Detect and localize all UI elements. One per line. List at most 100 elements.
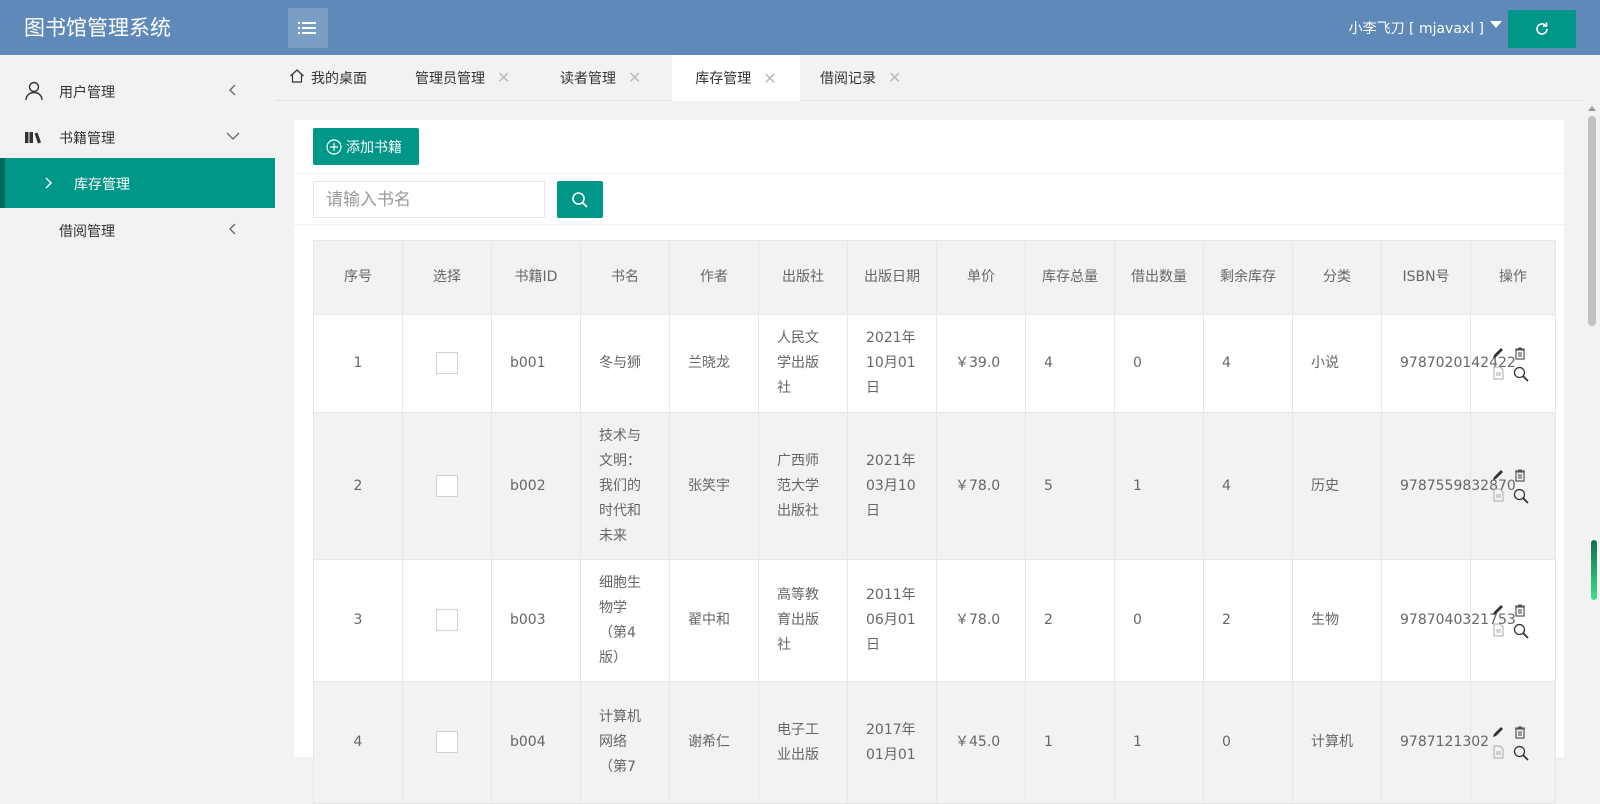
- select-cell: [402, 412, 492, 560]
- chevron-left-icon: [229, 223, 236, 235]
- cell-publisher: 人民文学出版社: [758, 314, 848, 413]
- chevron-right-icon: [45, 177, 53, 189]
- tab-label: 库存管理: [695, 71, 752, 87]
- cell-no: 3: [313, 559, 403, 682]
- cell-left: 2: [1203, 559, 1293, 682]
- cell-lent: 0: [1114, 559, 1204, 682]
- user-menu[interactable]: 小李飞刀 [ mjavaxl ]: [1349, 18, 1484, 38]
- cell-no: 4: [313, 681, 403, 804]
- table-row: 2 b002 技术与文明：我们的时代和未来 张笑宇 广西师范大学出版社 2021年03月1…: [313, 412, 1556, 560]
- cell-name: 计算机网络（第7: [580, 681, 670, 804]
- column-header: 序号: [313, 240, 403, 315]
- menu-toggle-button[interactable]: [288, 8, 328, 48]
- column-header: 借出数量: [1114, 240, 1204, 315]
- cell-category: 小说: [1292, 314, 1382, 413]
- hamburger-icon: [298, 22, 316, 34]
- close-icon[interactable]: ✕: [497, 68, 510, 87]
- cell-category: 历史: [1292, 412, 1382, 560]
- sidebar-item-inventory-management[interactable]: 库存管理: [0, 158, 275, 208]
- edit-icon[interactable]: [1491, 468, 1513, 482]
- select-cell: [402, 559, 492, 682]
- cell-left: 4: [1203, 314, 1293, 413]
- select-cell: [402, 314, 492, 413]
- add-book-button[interactable]: 添加书籍: [313, 128, 419, 165]
- close-icon[interactable]: ✕: [888, 68, 901, 87]
- delete-icon[interactable]: [1513, 725, 1535, 739]
- close-icon[interactable]: ✕: [628, 68, 641, 87]
- view-detail-icon[interactable]: [1513, 488, 1535, 504]
- side-indicator: [1591, 540, 1597, 600]
- delete-icon[interactable]: [1513, 603, 1535, 617]
- cell-lent: 1: [1114, 412, 1204, 560]
- view-detail-icon[interactable]: [1513, 745, 1535, 761]
- cell-name: 细胞生物学（第4版）: [580, 559, 670, 682]
- edit-icon[interactable]: [1491, 725, 1513, 739]
- divider: [294, 224, 1564, 225]
- cell-date: 2021年10月01日: [847, 314, 937, 413]
- table-row: 4 b004 计算机网络（第7 谢希仁 电子工业出版 2017年01月01 ￥45.0 1 1 0…: [313, 681, 1556, 804]
- row-checkbox[interactable]: [436, 731, 458, 753]
- column-header: 作者: [669, 240, 759, 315]
- sidebar-item-user-management[interactable]: 用户管理: [0, 68, 275, 114]
- caret-down-icon[interactable]: [1490, 21, 1502, 28]
- cell-date: 2011年06月01日: [847, 559, 937, 682]
- column-header: 操作: [1470, 240, 1556, 315]
- column-header: 单价: [936, 240, 1026, 315]
- cell-price: ￥78.0: [936, 559, 1026, 682]
- column-header: ISBN号: [1381, 240, 1471, 315]
- delete-icon[interactable]: [1513, 468, 1535, 482]
- vertical-scrollbar[interactable]: [1584, 100, 1600, 757]
- tab-admin-management[interactable]: 管理员管理 ✕: [415, 55, 510, 100]
- document-icon[interactable]: [1491, 745, 1513, 761]
- tab-label: 我的桌面: [311, 70, 367, 87]
- top-header: 图书馆管理系统 小李飞刀 [ mjavaxl ]: [0, 0, 1600, 55]
- edit-icon[interactable]: [1491, 346, 1513, 360]
- row-checkbox[interactable]: [436, 609, 458, 631]
- column-header: 分类: [1292, 240, 1382, 315]
- cell-name: 技术与文明：我们的时代和未来: [580, 412, 670, 560]
- sidebar-item-borrow-management[interactable]: 借阅管理: [0, 207, 275, 253]
- row-checkbox[interactable]: [436, 352, 458, 374]
- tab-label: 读者管理: [560, 70, 616, 87]
- sidebar-item-label: 库存管理: [74, 177, 130, 193]
- delete-icon[interactable]: [1513, 346, 1535, 360]
- scroll-up-arrow-icon[interactable]: [1588, 106, 1596, 111]
- sidebar-item-label: 书籍管理: [59, 131, 115, 147]
- tab-my-desktop[interactable]: 我的桌面: [289, 55, 367, 100]
- column-header: 出版社: [758, 240, 848, 315]
- cell-id: b001: [491, 314, 581, 413]
- document-icon[interactable]: [1491, 488, 1513, 504]
- tab-inventory-management[interactable]: 库存管理 ✕: [672, 55, 800, 101]
- document-icon[interactable]: [1491, 366, 1513, 382]
- table-row: 1 b001 冬与狮 兰晓龙 人民文学出版社 2021年10月01日 ￥39.0 4 0 4 小说 9…: [313, 314, 1556, 413]
- home-icon: [290, 68, 304, 83]
- scrollbar-thumb[interactable]: [1588, 116, 1596, 326]
- chevron-left-icon: [229, 84, 236, 96]
- cell-publisher: 广西师范大学出版社: [758, 412, 848, 560]
- divider: [294, 173, 1564, 174]
- cell-total: 2: [1025, 559, 1115, 682]
- cell-id: b004: [491, 681, 581, 804]
- cell-total: 5: [1025, 412, 1115, 560]
- cell-publisher: 电子工业出版: [758, 681, 848, 804]
- column-header: 书名: [580, 240, 670, 315]
- book-name-search-input[interactable]: [313, 181, 545, 218]
- view-detail-icon[interactable]: [1513, 366, 1535, 382]
- cell-author: 谢希仁: [669, 681, 759, 804]
- cell-date: 2017年01月01: [847, 681, 937, 804]
- content-panel: 添加书籍 序号 选择 书籍ID 书名 作者 出版社 出版日期 单价: [294, 120, 1564, 804]
- close-icon[interactable]: ✕: [763, 69, 776, 88]
- edit-icon[interactable]: [1491, 603, 1513, 617]
- refresh-button[interactable]: [1508, 10, 1576, 48]
- cell-id: b002: [491, 412, 581, 560]
- tab-borrow-records[interactable]: 借阅记录 ✕: [820, 55, 901, 100]
- search-button[interactable]: [557, 181, 603, 218]
- view-detail-icon[interactable]: [1513, 623, 1535, 639]
- tab-reader-management[interactable]: 读者管理 ✕: [560, 55, 641, 100]
- document-icon[interactable]: [1491, 623, 1513, 639]
- cell-left: 0: [1203, 681, 1293, 804]
- sidebar-item-book-management[interactable]: 书籍管理: [0, 114, 275, 160]
- row-checkbox[interactable]: [436, 474, 458, 497]
- column-header: 书籍ID: [491, 240, 581, 315]
- cell-author: 兰晓龙: [669, 314, 759, 413]
